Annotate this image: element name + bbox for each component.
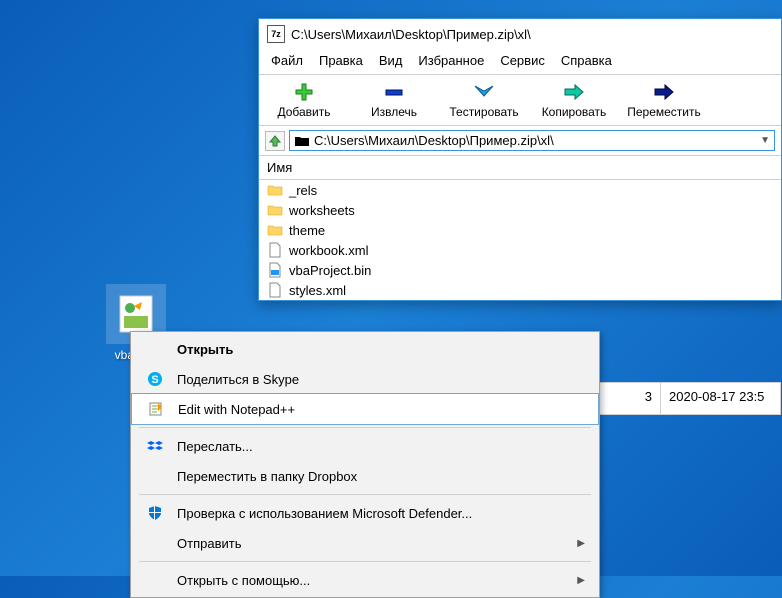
folder-icon xyxy=(267,182,283,198)
add-button[interactable]: Добавить xyxy=(259,79,349,121)
menu-favorites[interactable]: Избранное xyxy=(412,51,490,70)
folder-icon xyxy=(294,134,310,148)
cm-open-with[interactable]: Открыть с помощью...▶ xyxy=(131,565,599,595)
column-header-name[interactable]: Имя xyxy=(259,156,781,180)
cm-skype-share[interactable]: SПоделиться в Skype xyxy=(131,364,599,394)
dropdown-icon[interactable]: ▼ xyxy=(760,135,770,146)
skype-icon: S xyxy=(145,370,165,388)
folder-icon xyxy=(267,202,283,218)
submenu-arrow-icon: ▶ xyxy=(577,538,585,549)
app-icon: 7z xyxy=(267,25,285,43)
titlebar[interactable]: 7z C:\Users\Михаил\Desktop\Пример.zip\xl… xyxy=(259,19,781,49)
extract-button[interactable]: Извлечь xyxy=(349,79,439,121)
file-icon xyxy=(267,282,283,298)
svg-text:S: S xyxy=(151,374,158,386)
menu-view[interactable]: Вид xyxy=(373,51,409,70)
addressbar: ▼ xyxy=(259,126,781,156)
notepad-icon xyxy=(146,400,166,418)
window-title: C:\Users\Михаил\Desktop\Пример.zip\xl\ xyxy=(291,27,531,42)
cm-edit-notepad[interactable]: Edit with Notepad++ xyxy=(131,393,599,425)
copy-button[interactable]: Копировать xyxy=(529,79,619,121)
up-button[interactable] xyxy=(265,131,285,151)
menu-tools[interactable]: Сервис xyxy=(494,51,551,70)
cm-forward[interactable]: Переслать... xyxy=(131,431,599,461)
menu-edit[interactable]: Правка xyxy=(313,51,369,70)
check-icon xyxy=(447,81,521,103)
submenu-arrow-icon: ▶ xyxy=(577,575,585,586)
file-icon xyxy=(267,242,283,258)
folder-icon xyxy=(267,222,283,238)
cm-open[interactable]: Открыть xyxy=(131,334,599,364)
context-menu: Открыть SПоделиться в Skype Edit with No… xyxy=(130,331,600,598)
minus-icon xyxy=(357,81,431,103)
list-item[interactable]: _rels xyxy=(259,180,781,200)
defender-icon xyxy=(145,504,165,522)
test-button[interactable]: Тестировать xyxy=(439,79,529,121)
file-list: _rels worksheets theme workbook.xml vbaP… xyxy=(259,180,781,300)
separator xyxy=(139,427,591,428)
cm-move-dropbox[interactable]: Переместить в папку Dropbox xyxy=(131,461,599,491)
move-button[interactable]: Переместить xyxy=(619,79,709,121)
list-item[interactable]: worksheets xyxy=(259,200,781,220)
plus-icon xyxy=(267,81,341,103)
status-date: 2020-08-17 23:5 xyxy=(661,382,781,415)
list-item[interactable]: vbaProject.bin xyxy=(259,260,781,280)
separator xyxy=(139,494,591,495)
arrow-right-dark-icon xyxy=(627,81,701,103)
list-item[interactable]: workbook.xml xyxy=(259,240,781,260)
path-input[interactable] xyxy=(314,133,756,148)
toolbar: Добавить Извлечь Тестировать Копировать … xyxy=(259,74,781,126)
menu-file[interactable]: Файл xyxy=(265,51,309,70)
separator xyxy=(139,561,591,562)
list-item[interactable]: theme xyxy=(259,220,781,240)
menu-help[interactable]: Справка xyxy=(555,51,618,70)
bin-file-icon xyxy=(267,262,283,278)
menubar: Файл Правка Вид Избранное Сервис Справка xyxy=(259,49,781,74)
dropbox-icon xyxy=(145,437,165,455)
cm-send[interactable]: Отправить▶ xyxy=(131,528,599,558)
archive-window: 7z C:\Users\Михаил\Desktop\Пример.zip\xl… xyxy=(258,18,782,301)
path-box[interactable]: ▼ xyxy=(289,130,775,151)
list-item[interactable]: styles.xml xyxy=(259,280,781,300)
cm-defender-scan[interactable]: Проверка с использованием Microsoft Defe… xyxy=(131,498,599,528)
arrow-right-icon xyxy=(537,81,611,103)
